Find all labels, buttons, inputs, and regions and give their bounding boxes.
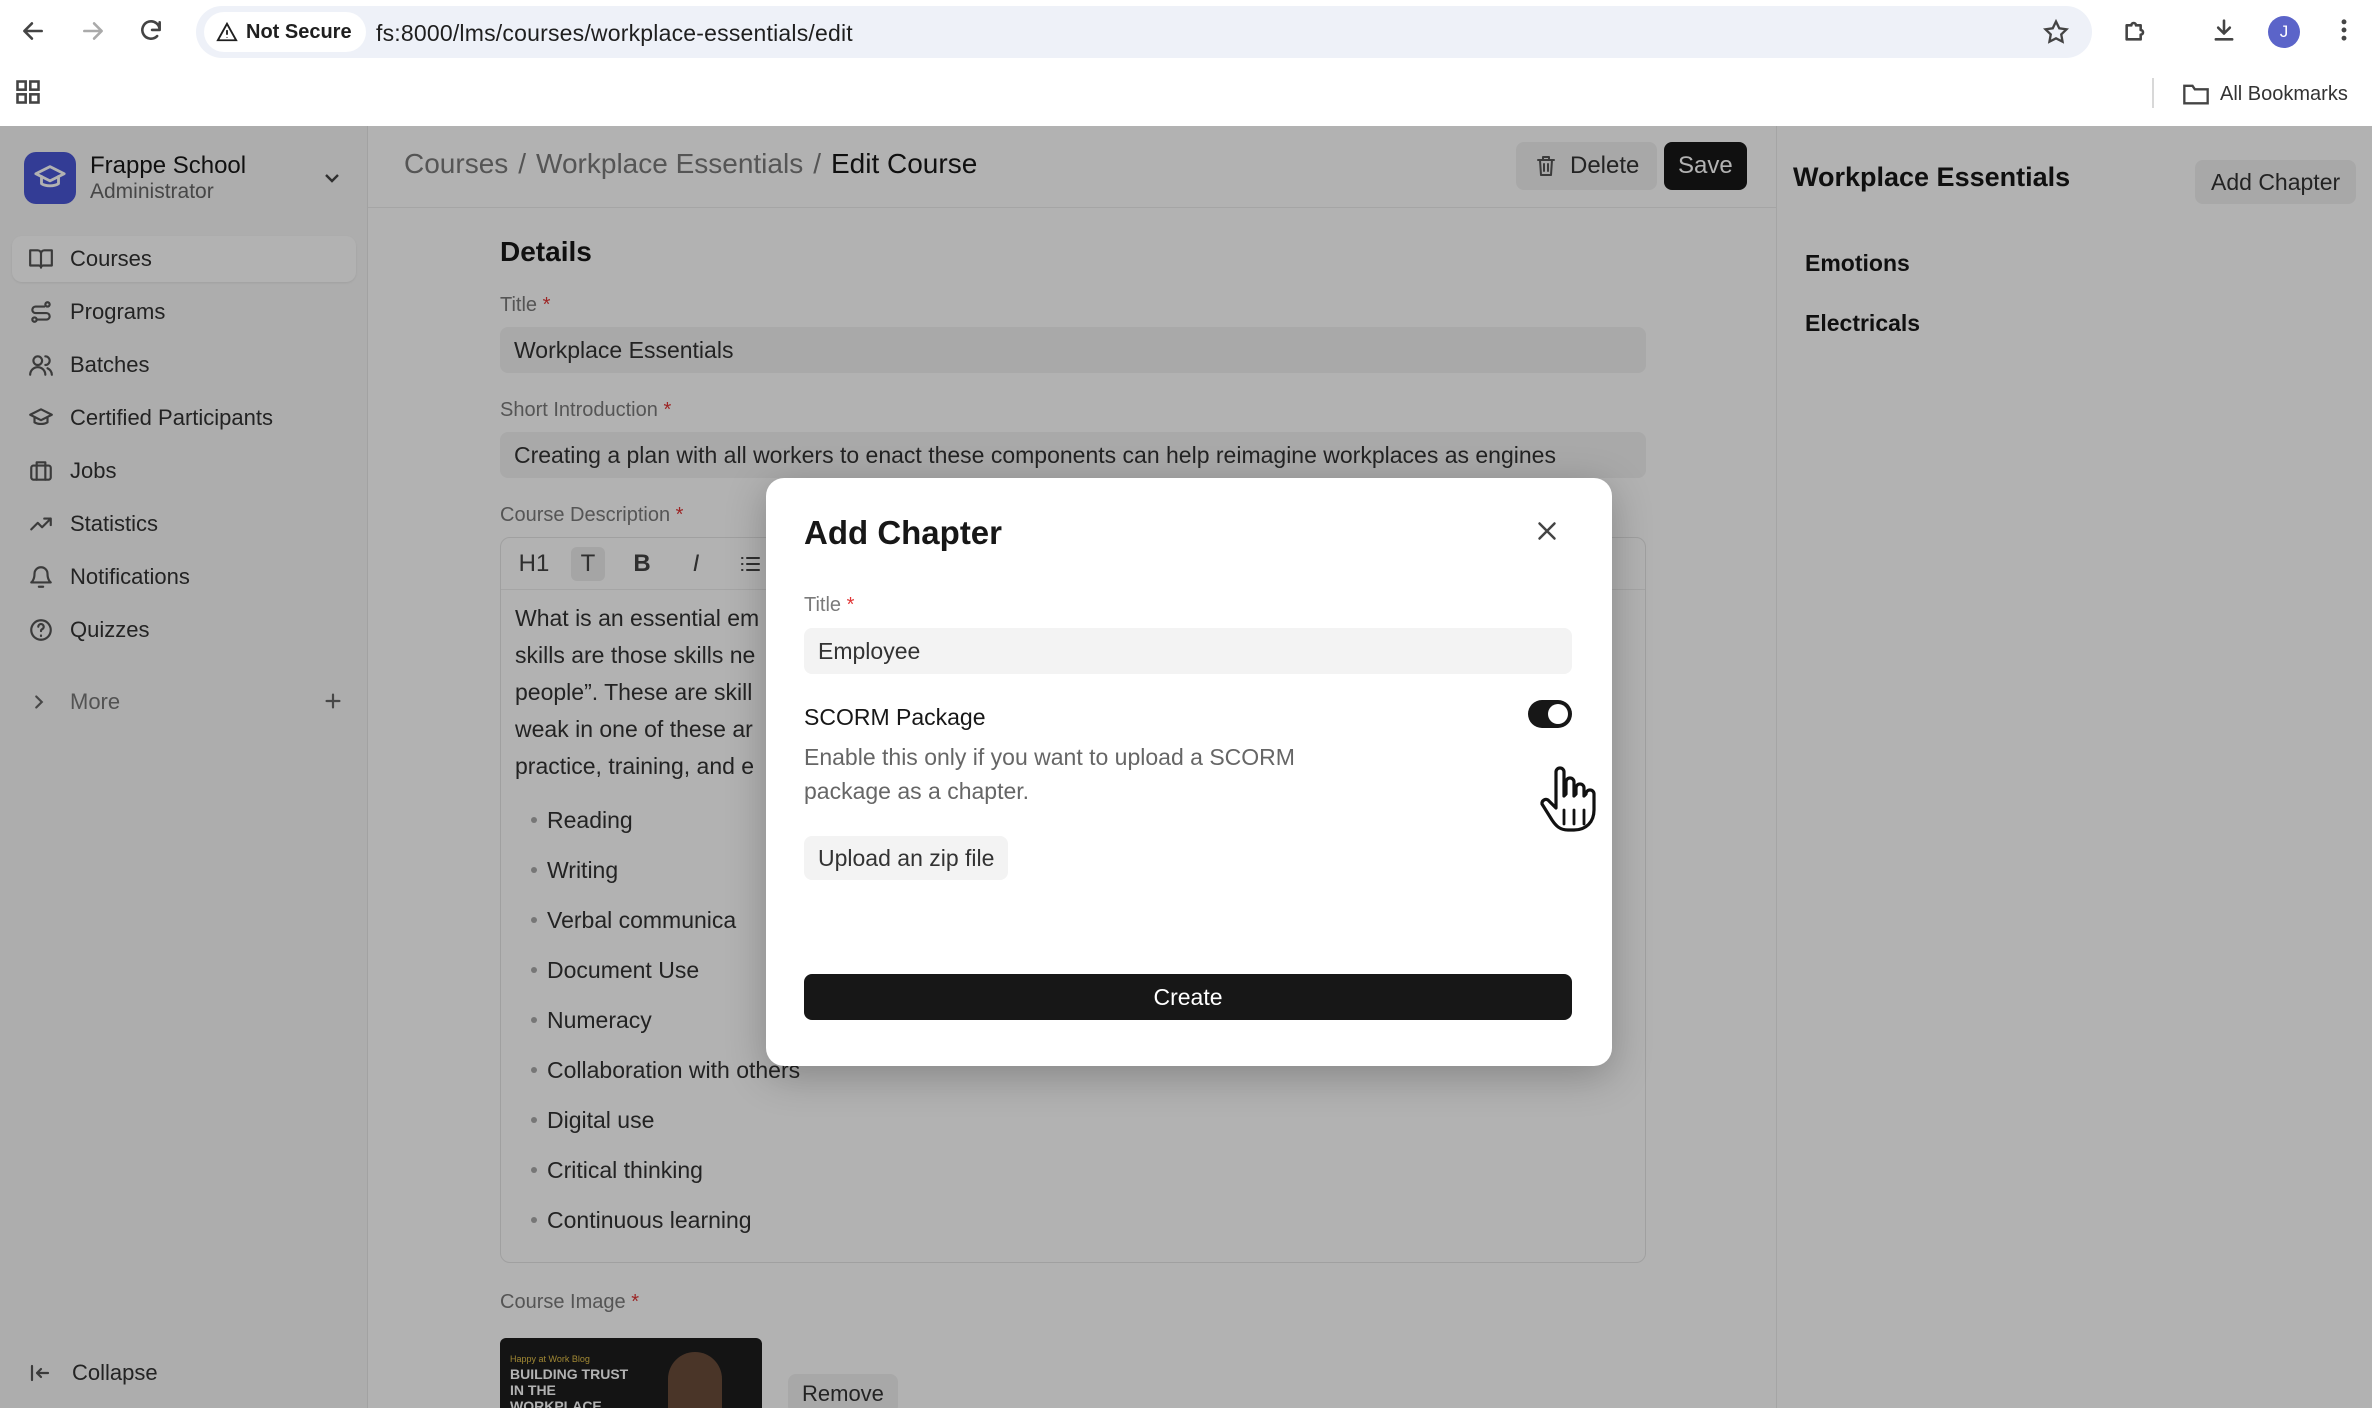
toggle-knob <box>1548 704 1568 724</box>
browser-chrome: Not Secure fs:8000/lms/courses/workplace… <box>0 0 2372 126</box>
url-text[interactable]: fs:8000/lms/courses/workplace-essentials… <box>376 20 853 47</box>
folder-icon <box>2183 84 2209 105</box>
extensions-button[interactable] <box>2118 12 2154 48</box>
security-indicator[interactable]: Not Secure <box>204 12 366 52</box>
browser-menu-button[interactable] <box>2326 12 2362 48</box>
upload-zip-button[interactable]: Upload an zip file <box>804 836 1009 880</box>
forward-button[interactable] <box>74 12 112 50</box>
close-dialog-button[interactable] <box>1532 516 1562 546</box>
bookmarks-divider <box>2152 78 2154 108</box>
grid-icon <box>16 80 40 104</box>
arrow-left-icon <box>23 22 43 40</box>
all-bookmarks-button[interactable]: All Bookmarks <box>2182 78 2348 110</box>
close-icon <box>1538 522 1556 540</box>
bookmarks-bar: All Bookmarks <box>0 66 2372 126</box>
scorm-toggle[interactable] <box>1528 700 1572 728</box>
create-button[interactable]: Create <box>804 974 1572 1020</box>
security-label: Not Secure <box>246 20 352 43</box>
download-icon <box>2214 19 2234 41</box>
scorm-label: SCORM Package <box>804 704 986 730</box>
hand-pointer-cursor-icon <box>1540 766 1596 832</box>
warning-icon <box>216 21 238 42</box>
scorm-description: Enable this only if you want to upload a… <box>804 744 1295 804</box>
chapter-title-input[interactable]: Employee <box>804 628 1572 674</box>
dialog-title: Add Chapter <box>804 514 1002 551</box>
bookmark-star-button[interactable] <box>2042 18 2070 46</box>
back-button[interactable] <box>14 12 52 50</box>
add-chapter-dialog: Add Chapter Title * Employee SCORM Packa… <box>766 478 1612 1066</box>
downloads-button[interactable] <box>2206 12 2242 48</box>
more-vertical-icon <box>2341 19 2347 41</box>
reload-button[interactable] <box>132 12 170 50</box>
reload-icon <box>141 20 161 40</box>
address-bar[interactable]: Not Secure fs:8000/lms/courses/workplace… <box>196 6 2092 58</box>
arrow-right-icon <box>83 22 103 40</box>
chapter-title-label: Title * <box>804 594 855 616</box>
all-bookmarks-label: All Bookmarks <box>2220 82 2348 105</box>
star-icon <box>2042 18 2070 44</box>
profile-avatar[interactable]: J <box>2268 16 2300 48</box>
puzzle-icon <box>2125 21 2145 41</box>
apps-button[interactable] <box>14 78 46 110</box>
